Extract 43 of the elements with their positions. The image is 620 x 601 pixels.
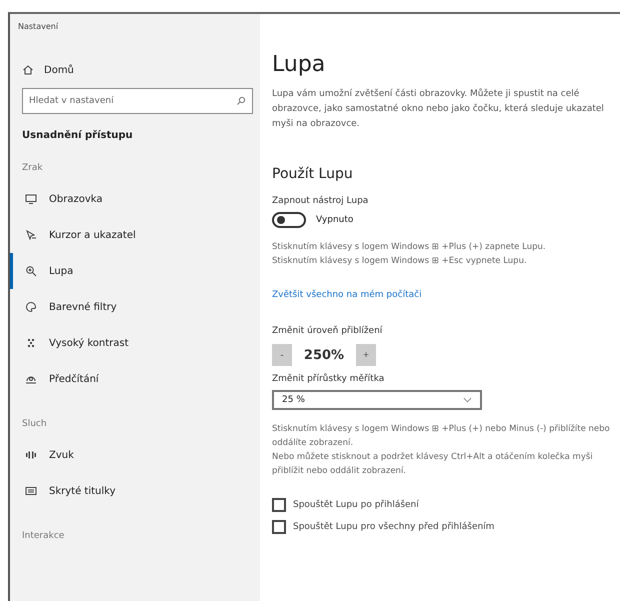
checkbox-label: Spouštět Lupu pro všechny před přihlášením bbox=[293, 522, 494, 532]
window-title: Nastavení bbox=[18, 22, 60, 31]
palette-icon bbox=[25, 301, 37, 313]
sidebar-item[interactable]: Skryté titulky bbox=[10, 473, 260, 509]
section-heading: Použít Lupu bbox=[272, 166, 354, 182]
group-label: Interakce bbox=[22, 531, 66, 541]
monitor-icon bbox=[25, 193, 37, 205]
home-link[interactable]: Domů bbox=[22, 62, 260, 78]
sidebar-item[interactable]: Zvuk bbox=[10, 437, 260, 473]
checkbox[interactable] bbox=[272, 498, 286, 512]
bars-icon bbox=[25, 449, 37, 461]
home-icon bbox=[22, 64, 34, 76]
help-text: Stisknutím klávesy s logem Windows ⊞ +Plus (+) nebo Minus (-) přiblížíte nebo oddálíte zobrazení. Nebo můžete stisknout a podržet klávesy Ctrl+Alt a otáčením kolečka myši přiblížit nebo oddálit zobrazení. bbox=[272, 423, 611, 478]
grid-icon bbox=[25, 337, 37, 349]
checkbox-label: Spouštět Lupu po přihlášení bbox=[293, 500, 419, 510]
shortcut-text: Stisknutím klávesy s logem Windows ⊞ +Plus (+) zapnete Lupu. Stisknutím klávesy s logem Windows ⊞ +Esc vypnete Lupu. bbox=[272, 241, 547, 268]
link[interactable]: Zvětšit všechno na mém počítači bbox=[272, 290, 620, 300]
toggle-state: Vypnuto bbox=[316, 215, 354, 225]
search-field[interactable]: Hledat v nastavení bbox=[22, 88, 253, 114]
toggle-label: Zapnout nástroj Lupa bbox=[272, 196, 370, 206]
magnifier-icon bbox=[25, 265, 37, 277]
sidebar-item[interactable]: Vysoký kontrast bbox=[10, 325, 260, 361]
minus-button[interactable]: - bbox=[272, 344, 292, 366]
captions-icon bbox=[25, 485, 37, 497]
sidebar-item[interactable]: Kurzor a ukazatel bbox=[10, 217, 260, 253]
search-icon bbox=[236, 96, 246, 106]
zoom-level-label: Změnit úroveň přiblížení bbox=[272, 326, 384, 336]
pointer-icon bbox=[25, 229, 37, 241]
section-title: Usnadnění přístupu bbox=[22, 130, 134, 141]
page-description: Lupa vám umožní zvětšení části obrazovky. Můžete ji spustit na celé obrazovce, jako samostatné okno nebo jako čočku, která sleduje ukazatel myši na obrazovce. bbox=[272, 88, 605, 131]
zoom-value: 250% bbox=[302, 348, 346, 362]
group-label: Zrak bbox=[22, 163, 44, 173]
group-label: Sluch bbox=[22, 419, 48, 429]
zoom-increment-label: Změnit přírůstky měřítka bbox=[272, 374, 386, 384]
chevron-icon bbox=[463, 397, 472, 403]
sidebar-item[interactable]: Obrazovka bbox=[10, 181, 260, 217]
sidebar-item[interactable]: Předčítání bbox=[10, 361, 260, 397]
page-title: Lupa bbox=[272, 52, 326, 77]
toggle-switch[interactable] bbox=[272, 212, 306, 228]
checkbox[interactable] bbox=[272, 520, 286, 534]
sidebar-item[interactable]: Barevné filtry bbox=[10, 289, 260, 325]
increment-dropdown[interactable]: 25 % bbox=[272, 390, 482, 410]
plus-button[interactable]: + bbox=[356, 344, 376, 366]
